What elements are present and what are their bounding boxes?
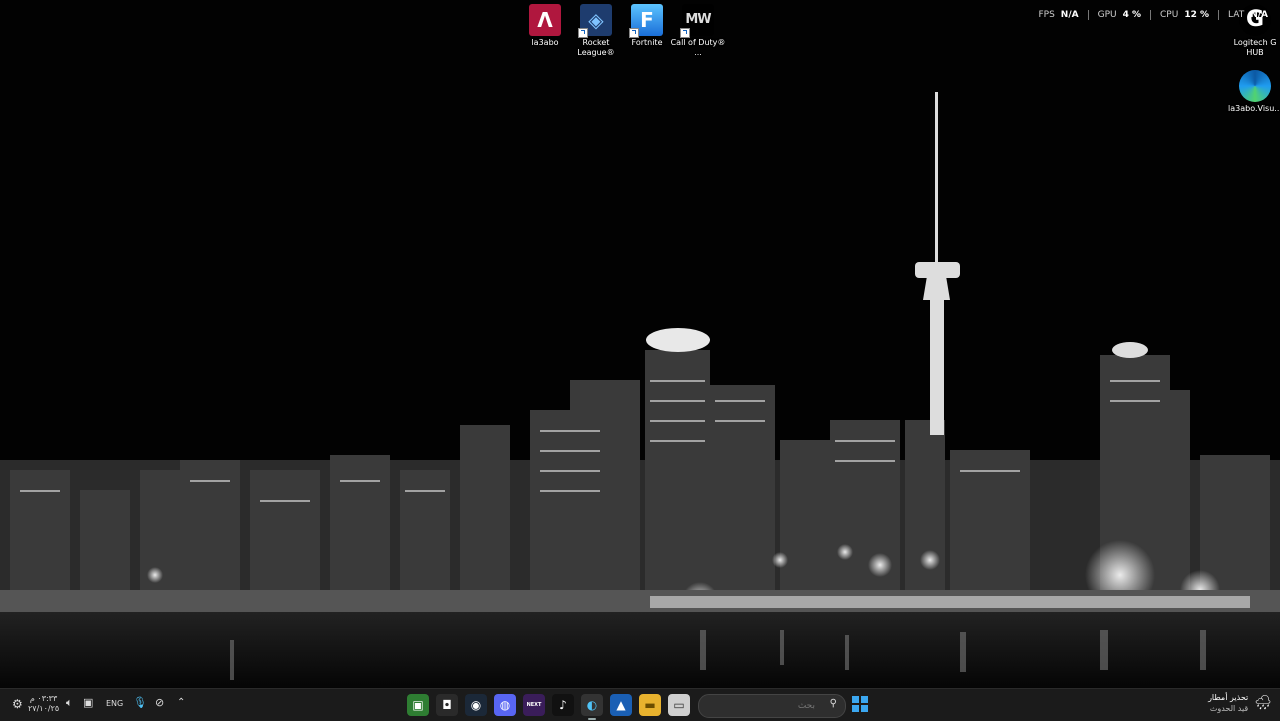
desktop-icon-logitech-g-hub[interactable]: G Logitech G HUB [1225, 0, 1280, 58]
lat-value: N/A [1250, 10, 1268, 20]
taskbar-app-kick[interactable]: NEXT [523, 694, 545, 716]
clock[interactable]: ٠٣:٣٣ م ٢٧/١٠/٢٥ [28, 694, 59, 714]
gpu-label: GPU [1097, 10, 1117, 20]
shortcut-arrow-icon [578, 28, 588, 38]
network-off-icon[interactable]: ⊘ [155, 696, 164, 709]
gpu-stat: GPU 4 % [1089, 10, 1152, 20]
fortnite-icon: F [629, 4, 663, 38]
performance-overlay: FPS N/A GPU 4 % CPU 12 % LAT N/A [1029, 10, 1268, 20]
weather-title: تحذير أمطار [1208, 693, 1249, 702]
taskbar-app-edge[interactable]: ◐ [581, 694, 603, 720]
logitech-g-hub-icon: G [1239, 4, 1271, 36]
taskbar-app-tiktok[interactable]: ♪ [552, 694, 574, 716]
taskbar-app-xbox-game-bar[interactable]: ▣ [407, 694, 429, 716]
rocket-league-icon: ◈ [578, 4, 612, 38]
desktop-icon-call-of-duty[interactable]: MW Call of Duty® ... [668, 0, 728, 58]
desktop-wallpaper [0, 0, 1280, 688]
volume-icon[interactable]: 🔈︎ [66, 696, 73, 710]
la3abo-app-icon: Λ [529, 4, 561, 36]
cpu-label: CPU [1160, 10, 1179, 20]
weather-widget[interactable]: تحذير أمطار قيد الحدوث 🌧︎ [1208, 692, 1272, 714]
fps-value: N/A [1060, 10, 1079, 20]
fps-label: FPS [1038, 10, 1055, 20]
settings-gear-icon[interactable]: ⚙ [12, 697, 23, 711]
taskbar-app-file-explorer[interactable]: ▬ [639, 694, 661, 716]
shortcut-arrow-icon [680, 28, 690, 38]
chevron-up-icon[interactable]: ⌃ [177, 697, 185, 708]
language-indicator[interactable]: ENG [106, 699, 123, 708]
desktop-icon-edge-shortcut[interactable]: la3abo.Visu... [1225, 66, 1280, 114]
taskbar-app-steam[interactable]: ◉ [465, 694, 487, 716]
clock-date: ٢٧/١٠/٢٥ [28, 704, 60, 713]
cpu-stat: CPU 12 % [1151, 10, 1220, 20]
lat-stat: LAT N/A [1219, 10, 1268, 20]
search-input[interactable] [733, 698, 817, 714]
gpu-value: 4 % [1122, 10, 1142, 20]
microphone-icon[interactable]: 🎙︎ [133, 696, 147, 709]
start-button[interactable] [852, 696, 868, 712]
taskbar-app-discord[interactable]: ◍ [494, 694, 516, 716]
lat-label: LAT [1228, 10, 1245, 20]
edge-icon [1239, 70, 1271, 102]
cpu-value: 12 % [1184, 10, 1210, 20]
clock-time: ٠٣:٣٣ م [29, 694, 58, 703]
desktop-icon-label: la3abo.Visu... [1228, 104, 1280, 113]
desktop-icon-label: Logitech G HUB [1233, 38, 1277, 57]
weather-subtitle: قيد الحدوث [1209, 704, 1249, 713]
desktop-icon-label: Call of Duty® ... [670, 38, 726, 57]
search-icon: ⚲ [829, 698, 837, 709]
shortcut-arrow-icon [629, 28, 639, 38]
taskbar-app-terminal[interactable]: ▭ [668, 694, 690, 716]
call-of-duty-icon: MW [680, 4, 714, 38]
display-icon[interactable]: ▣ [83, 696, 93, 709]
taskbar-app-epic-games[interactable]: ◘ [436, 694, 458, 716]
windows-logo-icon [852, 696, 859, 703]
taskbar: ⚙ ٠٣:٣٣ م ٢٧/١٠/٢٥ 🔈︎ ▣ ENG 🎙︎ ⊘ ⌃ ▣ ◘ ◉… [0, 688, 1280, 721]
taskbar-search-box[interactable]: ⚲ [698, 694, 846, 718]
fps-stat: FPS N/A [1029, 10, 1089, 20]
rain-alert-icon: 🌧︎ [1254, 695, 1272, 711]
taskbar-app-photos[interactable]: ▲ [610, 694, 632, 716]
